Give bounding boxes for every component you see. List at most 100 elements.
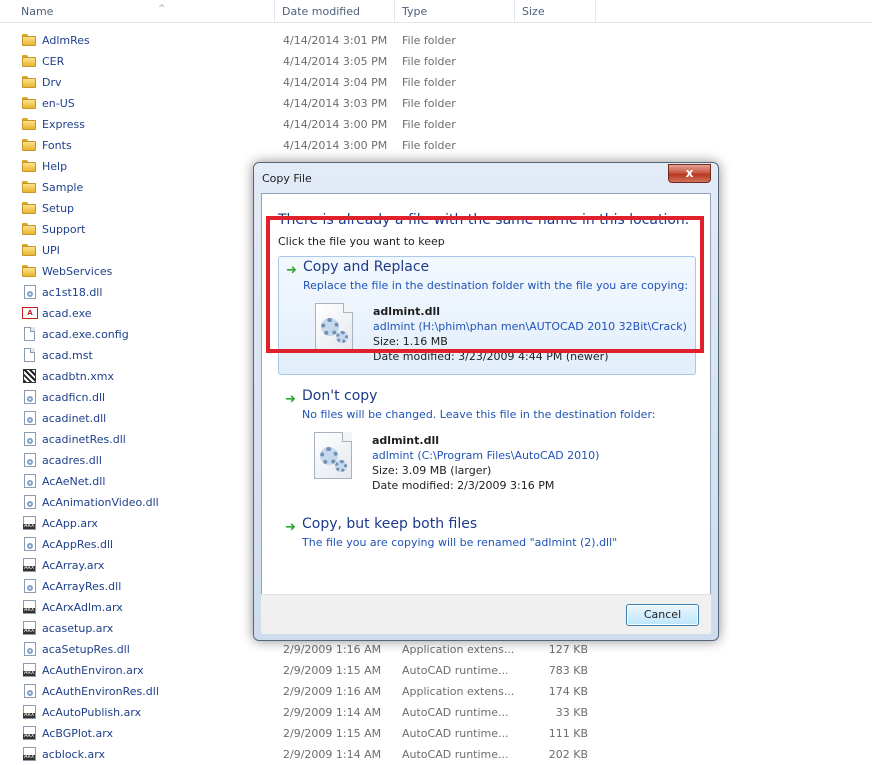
file-date-modified: 2/9/2009 1:16 AM xyxy=(283,643,382,656)
file-type: File folder xyxy=(402,55,456,68)
file-type: File folder xyxy=(402,139,456,152)
dll-file-icon xyxy=(24,537,36,551)
option-copy-and-replace[interactable]: ➜ Copy and Replace Replace the file in t… xyxy=(278,256,696,375)
folder-icon xyxy=(22,139,36,151)
file-size: 111 KB xyxy=(548,727,588,740)
arx-badge: ARX xyxy=(23,565,36,571)
dialog-footer: Cancel xyxy=(261,594,711,634)
file-name: AdlmRes xyxy=(42,34,90,47)
file-date-modified: 4/14/2014 3:01 PM xyxy=(283,34,388,47)
file-row[interactable]: ARX AcAutoPublish.arx 2/9/2009 1:14 AM Auto… xyxy=(0,702,872,723)
xmx-file-icon xyxy=(23,369,36,383)
dll-file-icon xyxy=(24,474,36,488)
file-date-modified: 2/9/2009 1:15 AM xyxy=(283,664,382,677)
file-name: AcApp.arx xyxy=(42,517,98,530)
file-date-modified: 2/9/2009 1:14 AM xyxy=(283,748,382,761)
file-date: Date modified: 3/23/2009 4:44 PM (newer) xyxy=(373,350,609,363)
column-name-label: Name xyxy=(21,5,54,18)
folder-icon xyxy=(22,97,36,109)
column-size-label: Size xyxy=(522,5,545,18)
file-row[interactable]: Drv 4/14/2014 3:04 PM File folder xyxy=(0,72,872,93)
file-row[interactable]: acaSetupRes.dll 2/9/2009 1:16 AM Applicati… xyxy=(0,639,872,660)
file-row[interactable]: CER 4/14/2014 3:05 PM File folder xyxy=(0,51,872,72)
folder-icon xyxy=(22,265,36,277)
folder-icon xyxy=(22,181,36,193)
file-row[interactable]: Express 4/14/2014 3:00 PM File folder xyxy=(0,114,872,135)
arx-file-icon: ARX xyxy=(23,663,36,677)
file-name: AcBGPlot.arx xyxy=(42,727,113,740)
file-name: AcArxAdlm.arx xyxy=(42,601,123,614)
file-path: adlmint (H:\phim\phan men\AUTOCAD 2010 3… xyxy=(373,320,687,333)
arx-badge: ARX xyxy=(23,712,36,718)
cancel-button[interactable]: Cancel xyxy=(626,604,699,626)
file-size: 202 KB xyxy=(548,748,588,761)
file-name: AcAutoPublish.arx xyxy=(42,706,142,719)
file-icon xyxy=(24,327,35,341)
arx-badge: ARX xyxy=(23,754,36,760)
dll-file-icon xyxy=(24,453,36,467)
file-name: acadficn.dll xyxy=(42,391,106,404)
file-row[interactable]: ARX acblock.arx 2/9/2009 1:14 AM AutoCAD ru… xyxy=(0,744,872,765)
file-type: AutoCAD runtime... xyxy=(402,664,509,677)
green-arrow-icon: ➜ xyxy=(286,263,297,278)
dll-file-icon xyxy=(24,579,36,593)
green-arrow-icon: ➜ xyxy=(285,392,296,407)
arx-file-icon: ARX xyxy=(23,621,36,635)
file-row[interactable]: ARX AcAuthEnviron.arx 2/9/2009 1:15 AM Auto… xyxy=(0,660,872,681)
arx-file-icon: ARX xyxy=(23,705,36,719)
column-type-header[interactable]: Type xyxy=(396,0,515,22)
option-dont-copy[interactable]: ➜ Don't copy No files will be changed. L… xyxy=(278,386,696,498)
file-type: Application extens... xyxy=(402,685,515,698)
file-date-modified: 4/14/2014 3:00 PM xyxy=(283,139,388,152)
option-title: Copy, but keep both files xyxy=(302,516,478,532)
column-size-header[interactable]: Size xyxy=(516,0,596,22)
column-name-header[interactable]: Name ^ xyxy=(15,0,275,22)
gear-icon xyxy=(335,460,347,472)
autocad-app-icon: A xyxy=(22,307,38,319)
file-type: File folder xyxy=(402,118,456,131)
arx-badge: ARX xyxy=(23,607,36,613)
file-date-modified: 2/9/2009 1:16 AM xyxy=(283,685,382,698)
file-row[interactable]: AcAuthEnvironRes.dll 2/9/2009 1:16 AM Appl… xyxy=(0,681,872,702)
option-keep-both[interactable]: ➜ Copy, but keep both files The file you… xyxy=(278,514,696,560)
file-name: AcAeNet.dll xyxy=(42,475,106,488)
file-date: Date modified: 2/3/2009 3:16 PM xyxy=(372,479,555,492)
file-type: File folder xyxy=(402,97,456,110)
file-row[interactable]: Fonts 4/14/2014 3:00 PM File folder xyxy=(0,135,872,156)
file-row[interactable]: AdlmRes 4/14/2014 3:01 PM File folder xyxy=(0,30,872,51)
destination-file-info: adlmint.dll adlmint (C:\Program Files\Au… xyxy=(372,433,599,493)
close-button[interactable]: x xyxy=(668,164,711,183)
arx-file-icon: ARX xyxy=(23,558,36,572)
folder-icon xyxy=(22,34,36,46)
file-name: acaSetupRes.dll xyxy=(42,643,130,656)
folder-icon xyxy=(22,118,36,130)
folder-icon xyxy=(22,223,36,235)
dll-file-icon xyxy=(24,390,36,404)
file-type: AutoCAD runtime... xyxy=(402,706,509,719)
column-date-header[interactable]: Date modified xyxy=(276,0,395,22)
file-name: Support xyxy=(42,223,86,236)
file-size: Size: 1.16 MB xyxy=(373,335,448,348)
file-name: acasetup.arx xyxy=(42,622,114,635)
dll-file-icon xyxy=(24,432,36,446)
source-file-info: adlmint.dll adlmint (H:\phim\phan men\AU… xyxy=(373,304,687,364)
file-name: AcAuthEnvironRes.dll xyxy=(42,685,159,698)
file-size: 174 KB xyxy=(548,685,588,698)
file-row[interactable]: ARX AcBGPlot.arx 2/9/2009 1:15 AM AutoCAD r… xyxy=(0,723,872,744)
file-name: AcAnimationVideo.dll xyxy=(42,496,159,509)
file-date-modified: 4/14/2014 3:05 PM xyxy=(283,55,388,68)
file-name: acad.mst xyxy=(42,349,93,362)
file-date-modified: 4/14/2014 3:03 PM xyxy=(283,97,388,110)
file-date-modified: 2/9/2009 1:15 AM xyxy=(283,727,382,740)
file-type: File folder xyxy=(402,76,456,89)
folder-icon xyxy=(22,160,36,172)
file-row[interactable]: en-US 4/14/2014 3:03 PM File folder xyxy=(0,93,872,114)
column-date-label: Date modified xyxy=(282,5,360,18)
option-description: Replace the file in the destination fold… xyxy=(303,279,689,292)
file-name: AcArray.arx xyxy=(42,559,105,572)
dll-file-icon xyxy=(24,684,36,698)
file-type: Application extens... xyxy=(402,643,515,656)
file-name: en-US xyxy=(42,97,75,110)
file-size: 33 KB xyxy=(555,706,588,719)
file-type: AutoCAD runtime... xyxy=(402,727,509,740)
